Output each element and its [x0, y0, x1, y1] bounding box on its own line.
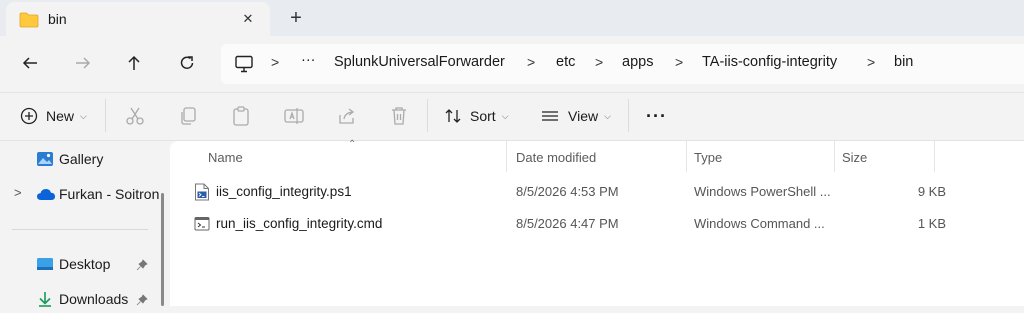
refresh-icon[interactable]	[174, 50, 200, 76]
paste-icon[interactable]	[230, 105, 252, 127]
sort-ascending-icon: ⌃	[348, 139, 357, 150]
sidebar-item-label: Gallery	[59, 151, 104, 167]
file-date: 8/5/2026 4:53 PM	[516, 184, 619, 199]
copy-icon[interactable]	[177, 105, 199, 127]
file-row[interactable]: run_iis_config_integrity.cmd 8/5/2026 4:…	[192, 211, 952, 237]
sidebar-item-gallery[interactable]: Gallery	[0, 145, 160, 173]
gallery-icon	[36, 151, 54, 170]
file-size: 9 KB	[917, 184, 946, 199]
file-name: run_iis_config_integrity.cmd	[216, 216, 383, 231]
sidebar-item-label: Downloads	[59, 291, 129, 307]
file-list: ⌃ Name Date modified Type Size iis_confi…	[170, 139, 1024, 306]
chevron-right-icon[interactable]: >	[14, 185, 22, 200]
chevron-right-icon[interactable]: >	[271, 54, 279, 70]
delete-icon[interactable]	[388, 105, 410, 127]
crumb-bin[interactable]: bin	[894, 54, 913, 70]
sidebar-item-label: Desktop	[59, 256, 111, 272]
plus-circle-icon	[20, 107, 38, 125]
column-divider[interactable]	[834, 141, 835, 172]
sort-label: Sort	[470, 108, 496, 124]
sidebar-item-desktop[interactable]: Desktop	[0, 250, 160, 278]
this-pc-icon[interactable]	[234, 55, 254, 76]
sort-icon	[445, 109, 461, 123]
address-bar[interactable]: > ··· SplunkUniversalForwarder > etc > a…	[221, 44, 1024, 84]
share-icon[interactable]	[336, 105, 358, 127]
sidebar-item-onedrive[interactable]: > Furkan - Soitron	[0, 180, 160, 208]
tab-title: bin	[48, 11, 67, 27]
download-arrow-icon	[36, 290, 54, 311]
hidden-crumbs-button[interactable]: ···	[301, 52, 316, 68]
tab-bin[interactable]: bin ✕	[6, 2, 270, 36]
sort-button[interactable]: Sort ⌵	[444, 103, 509, 129]
chevron-down-icon: ⌵	[604, 110, 611, 121]
chevron-down-icon: ⌵	[80, 110, 87, 121]
view-label: View	[568, 108, 599, 124]
more-options-button[interactable]: ···	[646, 103, 667, 129]
file-name: iis_config_integrity.ps1	[216, 184, 352, 199]
rename-icon[interactable]	[283, 105, 305, 127]
sidebar-item-label: Furkan - Soitron	[59, 186, 160, 202]
file-date: 8/5/2026 4:47 PM	[516, 216, 619, 231]
cut-icon[interactable]	[124, 105, 146, 127]
chevron-right-icon[interactable]: >	[527, 54, 535, 70]
folder-icon	[19, 12, 39, 31]
tab-bar: bin ✕ +	[0, 0, 1024, 36]
cmd-script-icon	[194, 215, 210, 236]
command-bar: New ⌵ Sort ⌵ View ⌵ ···	[0, 93, 1024, 140]
crumb-apps[interactable]: apps	[622, 54, 653, 70]
forward-arrow-icon[interactable]	[70, 50, 96, 76]
crumb-ta-iis-config-integrity[interactable]: TA-iis-config-integrity	[702, 54, 837, 70]
chevron-right-icon[interactable]: >	[675, 54, 683, 70]
chevron-down-icon: ⌵	[501, 110, 509, 121]
chevron-right-icon[interactable]: >	[595, 54, 603, 70]
column-divider[interactable]	[934, 141, 935, 172]
up-arrow-icon[interactable]	[121, 50, 147, 76]
onedrive-cloud-icon	[36, 188, 56, 204]
navigation-bar: > ··· SplunkUniversalForwarder > etc > a…	[0, 36, 1024, 92]
file-size: 1 KB	[917, 216, 946, 231]
divider	[12, 229, 148, 230]
column-header-type[interactable]: Type	[694, 150, 722, 165]
new-button[interactable]: New ⌵	[20, 103, 87, 129]
column-header-name[interactable]: Name	[208, 150, 243, 165]
powershell-script-icon	[194, 183, 210, 204]
file-type: Windows Command ...	[694, 216, 825, 231]
view-button[interactable]: View ⌵	[540, 103, 611, 129]
pin-icon[interactable]	[136, 258, 148, 274]
navigation-pane: Gallery > Furkan - Soitron Desktop Downl…	[0, 141, 160, 307]
separator	[427, 99, 428, 132]
sidebar-item-downloads[interactable]: Downloads	[0, 285, 160, 313]
column-divider[interactable]	[506, 141, 507, 172]
crumb-etc[interactable]: etc	[556, 54, 575, 70]
view-icon	[542, 111, 558, 121]
close-tab-icon[interactable]: ✕	[238, 9, 258, 29]
column-header-date[interactable]: Date modified	[516, 150, 596, 165]
scrollbar-thumb[interactable]	[161, 193, 164, 306]
pin-icon[interactable]	[136, 293, 148, 309]
sidebar-scrollbar[interactable]	[160, 141, 170, 306]
chevron-right-icon[interactable]: >	[867, 54, 875, 70]
new-label: New	[46, 108, 75, 124]
crumb-splunkuniversalforwarder[interactable]: SplunkUniversalForwarder	[334, 54, 505, 70]
column-divider[interactable]	[686, 141, 687, 172]
separator	[105, 99, 106, 132]
desktop-icon	[36, 256, 54, 275]
separator	[628, 99, 629, 132]
new-tab-button[interactable]: +	[286, 8, 306, 28]
file-row[interactable]: iis_config_integrity.ps1 8/5/2026 4:53 P…	[192, 179, 952, 205]
back-arrow-icon[interactable]	[17, 50, 43, 76]
file-type: Windows PowerShell ...	[694, 184, 831, 199]
column-header-size[interactable]: Size	[842, 150, 867, 165]
